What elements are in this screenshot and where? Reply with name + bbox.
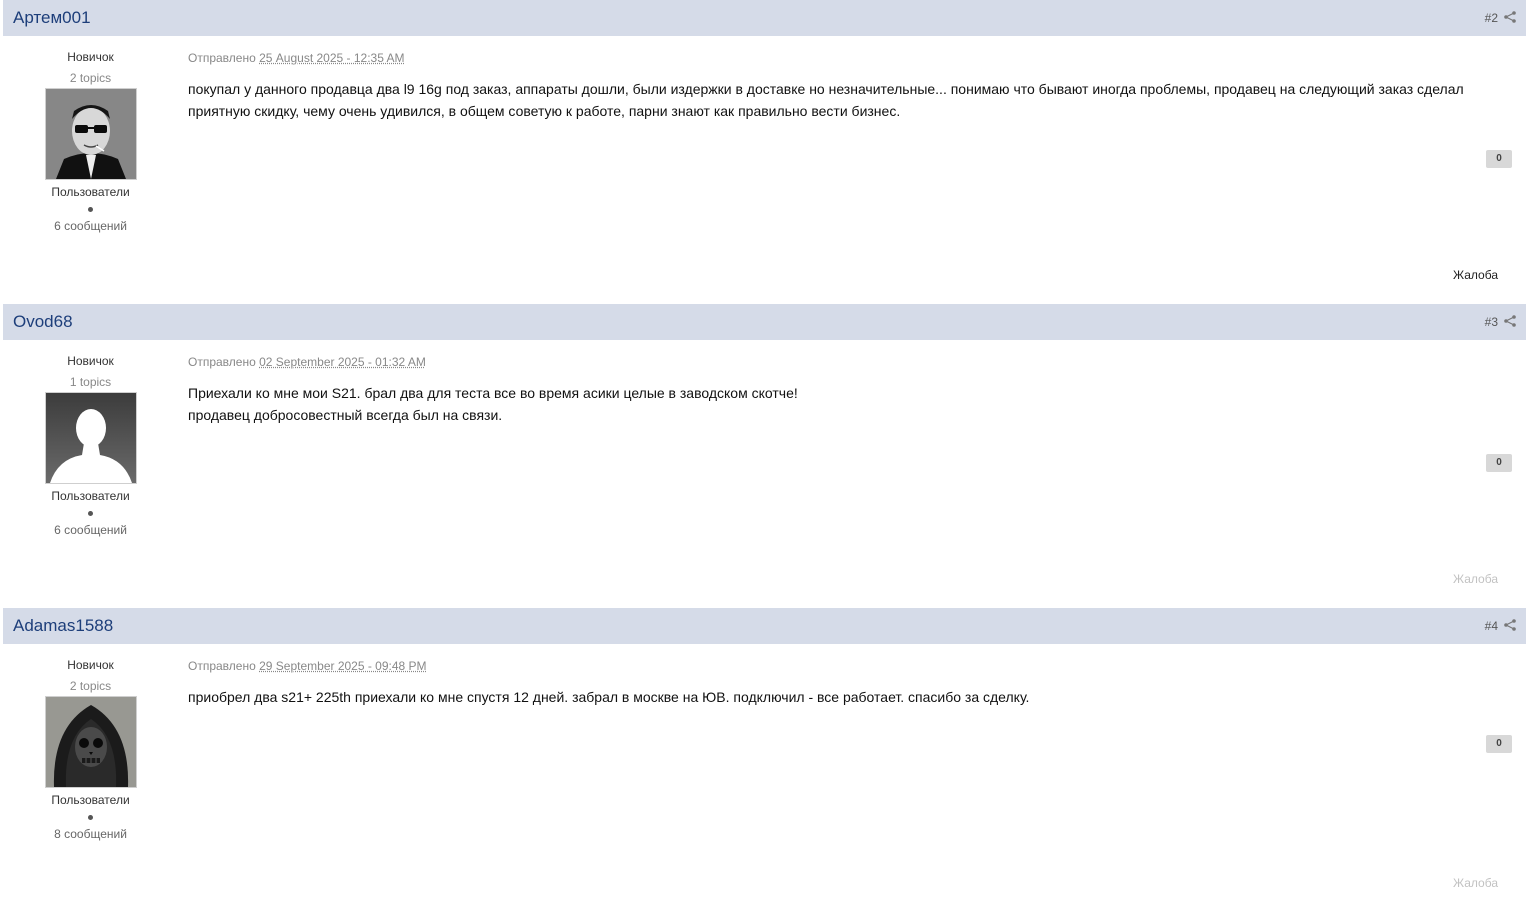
- posted-label: Отправлено: [188, 659, 256, 673]
- member-rank: Новичок: [67, 354, 114, 368]
- forum-topic-page: Артем001 #2 Новичок 2 topics Пользовател…: [0, 0, 1533, 902]
- post-3: Ovod68 #3 Новичок 1 topics Пользователи …: [3, 304, 1526, 607]
- post-body: приобрел два s21+ 225th приехали ко мне …: [188, 686, 1508, 708]
- posted-date[interactable]: 25 August 2025 - 12:35 AM: [259, 51, 404, 65]
- post-number-link[interactable]: #3: [1485, 315, 1498, 329]
- avatar-hooded-skull-icon[interactable]: [45, 696, 137, 788]
- report-link[interactable]: Жалоба: [1453, 268, 1498, 282]
- status-dot: [88, 511, 93, 516]
- post-text-line: Приехали ко мне мои S21. брал два для те…: [188, 385, 798, 401]
- post-text: приобрел два s21+ 225th приехали ко мне …: [188, 689, 1030, 705]
- status-dot: [88, 207, 93, 212]
- posted-line: Отправлено 29 September 2025 - 09:48 PM: [188, 659, 427, 673]
- member-topics-count: 2 topics: [69, 679, 112, 693]
- posted-line: Отправлено 02 September 2025 - 01:32 AM: [188, 355, 426, 369]
- member-topics-count: 2 topics: [69, 71, 112, 85]
- posted-date[interactable]: 29 September 2025 - 09:48 PM: [259, 659, 426, 673]
- posted-label: Отправлено: [188, 51, 256, 65]
- post-number-link[interactable]: #2: [1485, 11, 1498, 25]
- member-group: Пользователи: [51, 489, 130, 503]
- member-post-count: 6 сообщений: [54, 219, 127, 233]
- author-name-link[interactable]: Adamas1588: [13, 616, 113, 636]
- reputation-badge[interactable]: 0: [1486, 150, 1512, 168]
- report-link[interactable]: Жалоба: [1453, 572, 1498, 586]
- post-number-link[interactable]: #4: [1485, 619, 1498, 633]
- post-header: Adamas1588 #4: [3, 608, 1526, 644]
- member-post-count: 8 сообщений: [54, 827, 127, 841]
- member-rank: Новичок: [67, 658, 114, 672]
- post-body: Приехали ко мне мои S21. брал два для те…: [188, 382, 1508, 426]
- avatar-man-sunglasses-icon[interactable]: [45, 88, 137, 180]
- author-name-link[interactable]: Ovod68: [13, 312, 73, 332]
- member-topics-count: 1 topics: [69, 375, 112, 389]
- member-group: Пользователи: [51, 185, 130, 199]
- post-text-line: продавец добросовестный всегда был на св…: [188, 407, 503, 423]
- post-4: Adamas1588 #4 Новичок 2 topics Пользоват…: [3, 608, 1526, 902]
- reputation-badge[interactable]: 0: [1486, 454, 1512, 472]
- member-group: Пользователи: [51, 793, 130, 807]
- share-icon[interactable]: [1504, 619, 1516, 631]
- posted-date[interactable]: 02 September 2025 - 01:32 AM: [259, 355, 426, 369]
- posted-line: Отправлено 25 August 2025 - 12:35 AM: [188, 51, 405, 65]
- default-avatar-silhouette-icon[interactable]: [45, 392, 137, 484]
- share-icon[interactable]: [1504, 11, 1516, 23]
- reputation-badge[interactable]: 0: [1486, 735, 1512, 753]
- report-link[interactable]: Жалоба: [1453, 876, 1498, 890]
- status-dot: [88, 815, 93, 820]
- post-2: Артем001 #2 Новичок 2 topics Пользовател…: [3, 0, 1526, 303]
- post-header: Артем001 #2: [3, 0, 1526, 36]
- member-rank: Новичок: [67, 50, 114, 64]
- author-name-link[interactable]: Артем001: [13, 8, 91, 28]
- posted-label: Отправлено: [188, 355, 256, 369]
- post-text: покупал у данного продавца два l9 16g по…: [188, 81, 1464, 119]
- post-header: Ovod68 #3: [3, 304, 1526, 340]
- post-body: покупал у данного продавца два l9 16g по…: [188, 78, 1508, 122]
- member-post-count: 6 сообщений: [54, 523, 127, 537]
- share-icon[interactable]: [1504, 315, 1516, 327]
